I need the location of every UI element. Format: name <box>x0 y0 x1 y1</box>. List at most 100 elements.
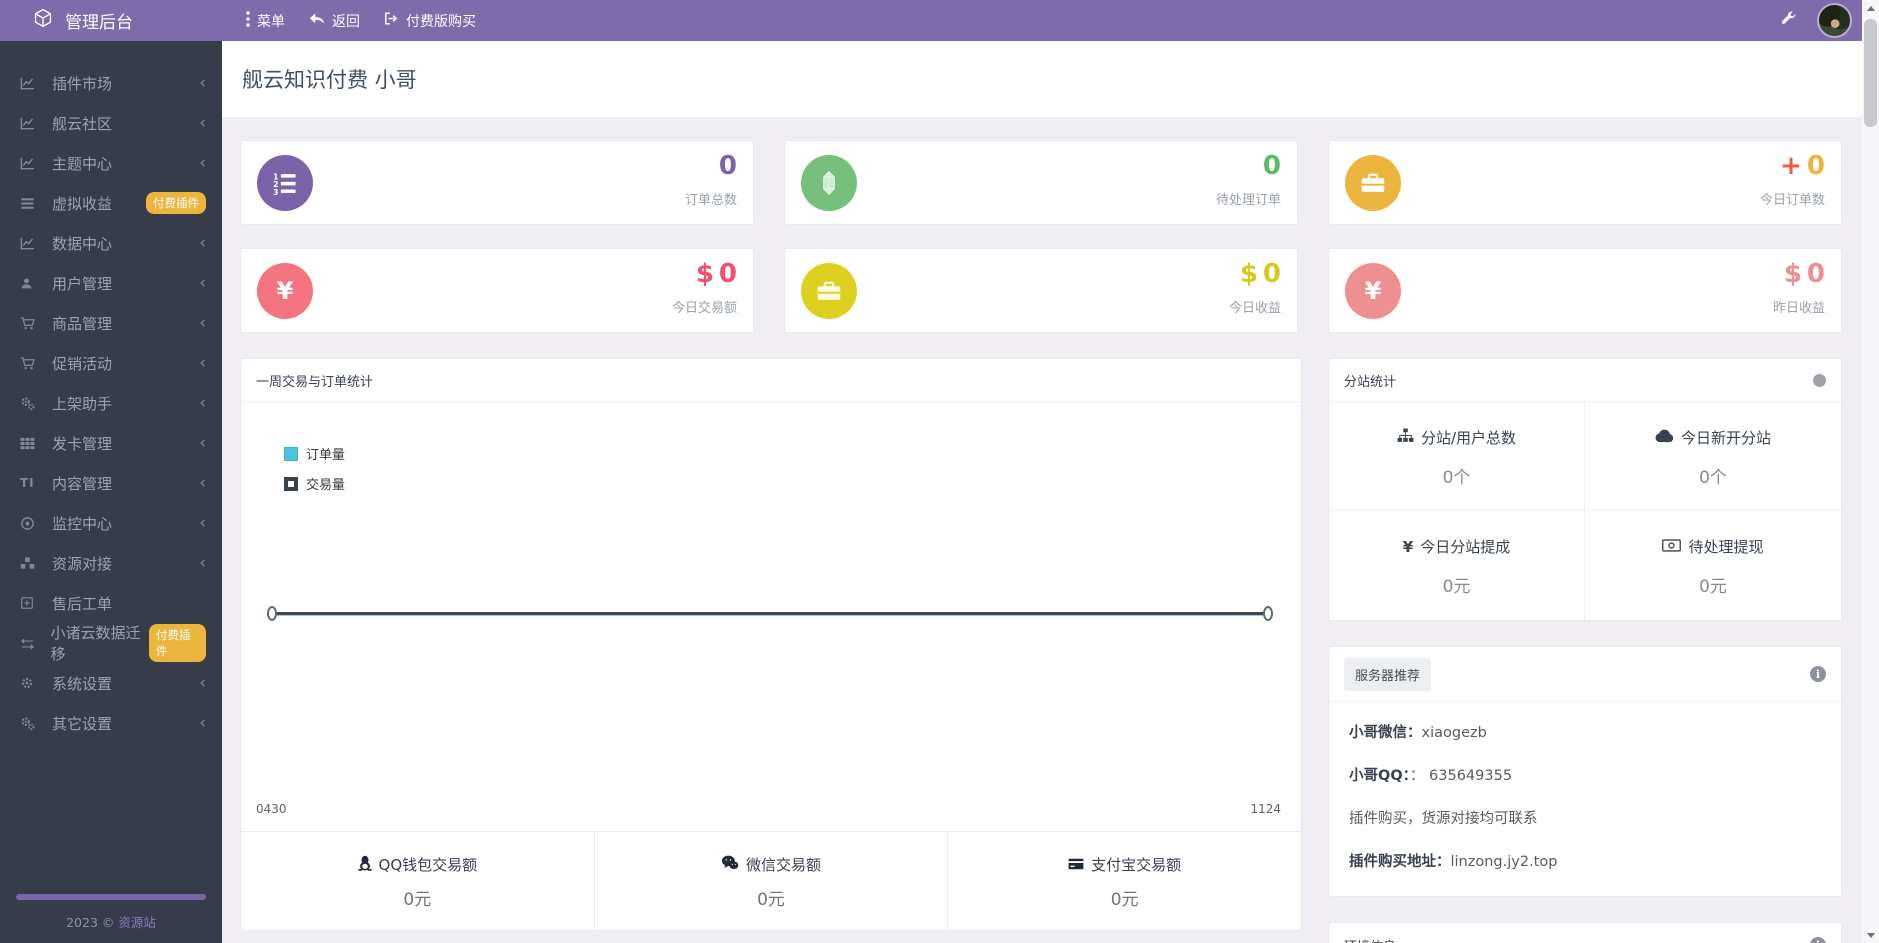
page-title: 舰云知识付费 小哥 <box>242 68 417 92</box>
cart-icon <box>20 316 44 331</box>
sidebar-item-label: 其它设置 <box>52 714 113 733</box>
environment-panel-header: 环境信息 i <box>1329 923 1841 943</box>
chart-legend: 订单量 交易量 <box>284 444 345 504</box>
cart-icon <box>20 356 44 371</box>
scrollbar-down-arrow[interactable] <box>1862 926 1879 943</box>
stat-card-right: $0 昨日收益 <box>1773 259 1825 316</box>
sidebar-item-label: 上架助手 <box>52 394 113 413</box>
cell-label: 微信交易额 <box>746 856 822 874</box>
datazoom-slider[interactable] <box>267 606 1273 622</box>
brand[interactable]: 管理后台 <box>0 8 222 33</box>
credit-card-icon <box>1068 856 1084 874</box>
sidebar-item-listing-helper[interactable]: 上架助手 ‹ <box>0 383 222 423</box>
chevron-left-icon: ‹ <box>199 672 206 693</box>
content-columns: 一周交易与订单统计 订单量 交易量 0430 1124 QQ钱包交易额 0元 微… <box>240 358 1842 943</box>
sidebar-item-goods-management[interactable]: 商品管理 ‹ <box>0 303 222 343</box>
cell-value: 0元 <box>1110 890 1139 910</box>
chevron-left-icon: ‹ <box>199 72 206 93</box>
cell-label-row: 分站/用户总数 <box>1329 427 1584 448</box>
menu-button[interactable]: 菜单 <box>246 10 285 31</box>
line-label: 插件购买地址： <box>1349 854 1451 870</box>
chevron-left-icon: ‹ <box>199 352 206 373</box>
cell-value: 0元 <box>1699 577 1727 597</box>
legend-item-volume[interactable]: 交易量 <box>284 474 345 493</box>
paid-version-button[interactable]: 付费版购买 <box>384 11 476 31</box>
line-chart-icon <box>20 116 44 131</box>
sidebar-item-monitor-center[interactable]: 监控中心 ‹ <box>0 503 222 543</box>
cell-value: 0元 <box>403 890 432 910</box>
chevron-left-icon: ‹ <box>199 512 206 533</box>
legend-label: 订单量 <box>306 448 346 463</box>
right-column: 分站统计 分站/用户总数 0个 今日新开分站 0个 ¥ 今日分站提成 0元 待处… <box>1328 358 1842 943</box>
substation-title: 分站统计 <box>1344 374 1397 390</box>
slider-handle-left[interactable] <box>267 606 277 621</box>
sidebar-item-other-settings[interactable]: 其它设置 ‹ <box>0 703 222 743</box>
sidebar-item-label: 舰云社区 <box>52 114 113 133</box>
stat-number: 0 <box>718 151 737 181</box>
cell-value: 0元 <box>757 890 785 910</box>
sidebar-item-promotions[interactable]: 促销活动 ‹ <box>0 343 222 383</box>
cell-label-row: ¥ 今日分站提成 <box>1329 536 1584 557</box>
text-icon: TI <box>20 476 35 490</box>
sidebar-item-user-management[interactable]: 用户管理 ‹ <box>0 263 222 303</box>
ordered-list-icon: 123 <box>257 155 313 211</box>
cell-value: 0元 <box>1442 577 1471 597</box>
copyright-link[interactable]: 资源站 <box>118 915 156 930</box>
legend-swatch-cyan <box>284 446 298 461</box>
cell-value: 0个 <box>1699 468 1727 488</box>
stat-card-right: +0 今日订单数 <box>1760 151 1825 208</box>
server-panel-title: 服务器推荐 <box>1344 657 1432 691</box>
sidebar-item-content-management[interactable]: TI 内容管理 ‹ <box>0 463 222 503</box>
status-dot <box>1813 373 1826 387</box>
line-label: 小哥微信： <box>1349 725 1422 741</box>
slider-track[interactable] <box>273 612 1267 615</box>
sidebar-item-data-center[interactable]: 数据中心 ‹ <box>0 223 222 263</box>
sidebar-item-resource-docking[interactable]: 资源对接 ‹ <box>0 543 222 583</box>
scrollbar-up-arrow[interactable] <box>1862 0 1879 17</box>
sidebar-item-card-management[interactable]: 发卡管理 ‹ <box>0 423 222 463</box>
stat-label: 待处理订单 <box>1215 192 1281 208</box>
gears-icon <box>20 716 44 731</box>
stat-value: 0 <box>1216 151 1281 182</box>
sidebar-item-label: 用户管理 <box>52 274 113 293</box>
sidebar-item-xiaozhuyun-migration[interactable]: 小诸云数据迁移 付费插件 <box>0 623 222 663</box>
stat-value: $0 <box>672 259 737 290</box>
sidebar-item-theme-center[interactable]: 主题中心 ‹ <box>0 143 222 183</box>
stat-value: $0 <box>1773 259 1825 290</box>
cloud-icon <box>1655 429 1674 447</box>
info-icon[interactable]: i <box>1810 937 1826 943</box>
info-icon[interactable]: i <box>1810 666 1826 682</box>
cell-value: 0个 <box>1442 468 1471 488</box>
svg-text:3: 3 <box>273 188 278 196</box>
sidebar-item-label: 发卡管理 <box>52 434 113 453</box>
alipay-cell: 支付宝交易额 0元 <box>948 832 1301 930</box>
stat-prefix: + <box>1780 151 1802 181</box>
paid-plugin-badge: 付费插件 <box>146 192 206 214</box>
sidebar-item-system-settings[interactable]: 系统设置 ‹ <box>0 663 222 703</box>
yen-icon: ¥ <box>1345 263 1401 319</box>
sidebar-item-virtual-income[interactable]: 虚拟收益 付费插件 <box>0 183 222 223</box>
stat-value: 0 <box>685 151 737 182</box>
avatar[interactable] <box>1817 3 1852 38</box>
cell-label: 今日新开分站 <box>1680 429 1771 447</box>
vertical-scrollbar[interactable] <box>1862 0 1879 943</box>
sidebar-footer: 2023 © 资源站 <box>0 894 222 931</box>
sidebar-item-plugin-market[interactable]: 插件市场 ‹ <box>0 63 222 103</box>
chevron-left-icon: ‹ <box>199 312 206 333</box>
gear-icon <box>20 676 44 690</box>
sitemap-icon <box>1397 428 1414 447</box>
back-button[interactable]: 返回 <box>309 11 360 31</box>
sidebar-item-jianyun-community[interactable]: 舰云社区 ‹ <box>0 103 222 143</box>
stat-prefix: $ <box>1783 259 1802 289</box>
sign-out-icon <box>384 12 399 29</box>
chevron-left-icon: ‹ <box>199 472 206 493</box>
wechat-cell: 微信交易额 0元 <box>595 832 949 930</box>
back-label: 返回 <box>332 13 360 30</box>
stat-value: $0 <box>1229 259 1281 290</box>
sidebar-item-aftersale-ticket[interactable]: 售后工单 <box>0 583 222 623</box>
wrench-icon[interactable] <box>1780 10 1797 31</box>
slider-handle-right[interactable] <box>1263 606 1273 621</box>
scrollbar-thumb[interactable] <box>1864 19 1877 127</box>
gears-icon <box>20 396 44 411</box>
legend-item-orders[interactable]: 订单量 <box>284 444 345 463</box>
